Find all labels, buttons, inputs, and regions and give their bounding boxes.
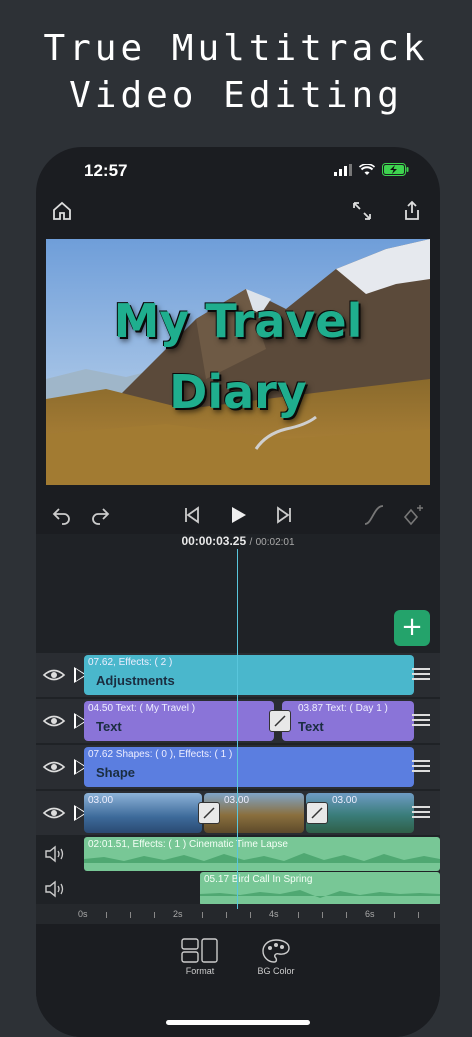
- ruler-tick: [250, 912, 251, 918]
- ruler-tick: [322, 912, 323, 918]
- fullscreen-icon[interactable]: [350, 199, 374, 223]
- track-adjustments: 07.62, Effects: ( 2 ) Adjustments: [36, 653, 440, 697]
- bottom-toolbar: Format BG Color: [36, 924, 440, 1037]
- clip-text-1[interactable]: 04.50 Text: ( My Travel ) Text: [84, 701, 274, 741]
- track-text: 04.50 Text: ( My Travel ) Text 03.87 Tex…: [36, 699, 440, 743]
- audio-track-2: 05.17 Bird Call In Spring: [36, 872, 440, 906]
- clip-meta: 03.87 Text: ( Day 1 ): [298, 703, 388, 714]
- transition-icon[interactable]: [269, 710, 291, 732]
- clip-meta: 03.00: [88, 795, 114, 806]
- transition-icon[interactable]: [198, 802, 220, 824]
- ruler-label: 4s: [269, 909, 279, 919]
- headline-line-2: Video Editing: [69, 75, 403, 116]
- headline-line-1: True Multitrack: [43, 28, 429, 69]
- eye-icon[interactable]: [42, 710, 66, 732]
- eye-icon[interactable]: [42, 802, 66, 824]
- ruler-tick: [298, 912, 299, 918]
- format-icon: [181, 938, 218, 963]
- play-icon[interactable]: [226, 503, 250, 527]
- clip-name: Shape: [96, 765, 136, 780]
- audio-clip-2[interactable]: 05.17 Bird Call In Spring: [200, 872, 440, 906]
- speaker-icon[interactable]: [44, 845, 66, 863]
- ruler-tick: [346, 912, 347, 918]
- ruler-label: 6s: [365, 909, 375, 919]
- ruler-tick: [202, 912, 203, 918]
- drag-handle-icon[interactable]: [412, 714, 430, 726]
- landscape-image: [46, 239, 430, 485]
- clip-adjustments[interactable]: 07.62, Effects: ( 2 ) Adjustments: [84, 655, 414, 695]
- video-preview[interactable]: My Travel Diary: [46, 239, 430, 485]
- drag-handle-icon[interactable]: [412, 760, 430, 772]
- clip-meta: 04.50 Text: ( My Travel ): [88, 703, 196, 714]
- skip-forward-icon[interactable]: [272, 503, 296, 527]
- undo-icon[interactable]: [50, 503, 74, 527]
- format-button[interactable]: Format: [170, 938, 230, 976]
- ruler-label: 0s: [78, 909, 88, 919]
- drag-handle-icon[interactable]: [412, 806, 430, 818]
- playback-controls: [36, 499, 440, 531]
- redo-icon[interactable]: [88, 503, 112, 527]
- transition-icon[interactable]: [306, 802, 328, 824]
- curve-icon[interactable]: [362, 503, 386, 527]
- speaker-icon[interactable]: [44, 880, 66, 898]
- timecode-current: 00:00:03.25: [181, 534, 247, 548]
- home-icon[interactable]: [50, 199, 74, 223]
- track-shape: 07.62 Shapes: ( 0 ), Effects: ( 1 ) Shap…: [36, 745, 440, 789]
- ruler-tick: [394, 912, 395, 918]
- ruler-tick: [130, 912, 131, 918]
- wifi-icon: [359, 163, 375, 175]
- playhead[interactable]: [237, 549, 238, 909]
- eye-icon[interactable]: [42, 756, 66, 778]
- ruler-tick: [106, 912, 107, 918]
- clip-name: Text: [298, 719, 324, 734]
- status-time: 12:57: [84, 161, 128, 180]
- ruler-tick: [226, 912, 227, 918]
- preview-title-line-2: Diary: [169, 365, 307, 419]
- add-track-button[interactable]: +: [394, 610, 430, 646]
- bg-color-button[interactable]: BG Color: [246, 938, 306, 976]
- audio-clip-meta: 05.17 Bird Call In Spring: [204, 874, 313, 885]
- eye-icon[interactable]: [42, 664, 66, 686]
- clip-meta: 03.00: [332, 795, 358, 806]
- palette-icon: [262, 939, 290, 963]
- format-label: Format: [185, 966, 215, 976]
- clip-video-1[interactable]: 03.00: [84, 793, 202, 833]
- drag-handle-icon[interactable]: [412, 668, 430, 680]
- bg-color-label: BG Color: [257, 966, 295, 976]
- ruler-label: 2s: [173, 909, 183, 919]
- track-video: 03.00 03.00 03.00: [36, 791, 440, 835]
- timecode-separator: /: [249, 537, 253, 548]
- clip-text-2[interactable]: 03.87 Text: ( Day 1 ) Text: [282, 701, 414, 741]
- audio-track-1: 02:01.51, Effects: ( 1 ) Cinematic Time …: [36, 837, 440, 871]
- home-indicator[interactable]: [166, 1020, 310, 1025]
- timecode: 00:00:03.25 / 00:02:01: [36, 534, 440, 548]
- clip-meta: 07.62 Shapes: ( 0 ), Effects: ( 1 ): [88, 749, 233, 760]
- timecode-total: 00:02:01: [255, 537, 295, 548]
- ruler-tick: [154, 912, 155, 918]
- clip-name: Text: [96, 719, 122, 734]
- keyframe-add-icon[interactable]: [402, 503, 426, 527]
- clip-name: Adjustments: [96, 673, 175, 688]
- clip-meta: 07.62, Effects: ( 2 ): [88, 657, 173, 668]
- battery-charging-icon: [382, 163, 409, 176]
- clip-shape[interactable]: 07.62 Shapes: ( 0 ), Effects: ( 1 ) Shap…: [84, 747, 414, 787]
- ruler-tick: [418, 912, 419, 918]
- share-icon[interactable]: [400, 199, 424, 223]
- phone-frame: 12:57 My Travel Diary 00:00:03.25 / 00:0…: [36, 147, 440, 1037]
- preview-title-line-1: My Travel: [113, 294, 363, 348]
- status-bar: 12:57: [36, 161, 440, 181]
- audio-clip-1[interactable]: 02:01.51, Effects: ( 1 ) Cinematic Time …: [84, 837, 440, 871]
- signal-icon: [334, 163, 352, 176]
- time-ruler[interactable]: 0s 2s 4s 6s: [36, 904, 440, 926]
- skip-back-icon[interactable]: [180, 503, 204, 527]
- audio-clip-meta: 02:01.51, Effects: ( 1 ) Cinematic Time …: [88, 839, 288, 850]
